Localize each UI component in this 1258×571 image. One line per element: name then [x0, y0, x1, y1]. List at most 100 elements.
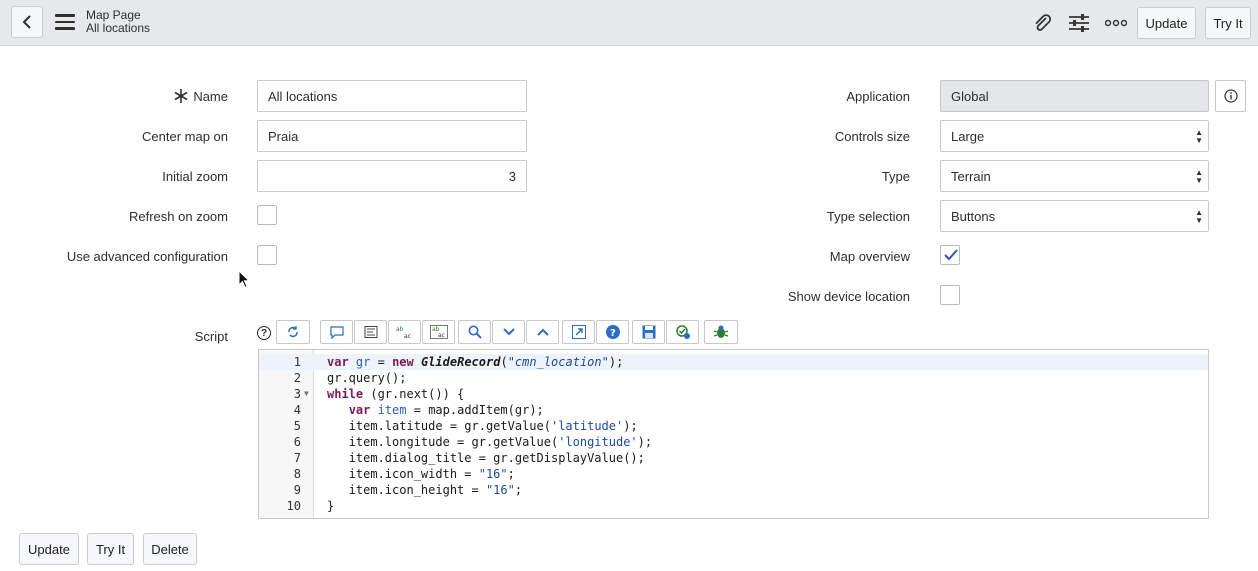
application-info-button[interactable] [1215, 80, 1246, 112]
advanced-config-checkbox[interactable] [257, 245, 277, 265]
select-arrows-icon: ▲ ▼ [1195, 128, 1203, 145]
fold-arrow-icon[interactable]: ▼ [304, 386, 309, 402]
script-editor[interactable]: 1 var gr = new GlideRecord("cmn_location"… [258, 349, 1209, 519]
update-button[interactable]: Update [19, 533, 79, 565]
fold-down-icon [502, 328, 515, 336]
svg-text:ab: ab [396, 326, 404, 333]
debug-icon [713, 325, 729, 338]
application-field: Global [940, 80, 1209, 112]
tryit-button[interactable]: Try It [87, 533, 134, 565]
align-icon [364, 326, 377, 338]
code-line[interactable]: 10} [259, 498, 1208, 514]
code-line[interactable]: 5 item.latitude = gr.getValue('latitude'… [259, 418, 1208, 434]
line-number: 1 [293, 355, 301, 369]
center-map-label: Center map on [142, 129, 228, 144]
more-icon[interactable] [1103, 10, 1129, 36]
fold-up-button[interactable] [526, 320, 559, 344]
fullscreen-button[interactable] [562, 320, 595, 344]
help-icon[interactable]: ? [257, 326, 271, 340]
svg-text:ac: ac [438, 332, 445, 339]
center-map-input[interactable]: Praia [257, 120, 527, 152]
line-number: 4 [293, 403, 301, 417]
name-input[interactable]: All locations [257, 80, 527, 112]
svg-text:?: ? [610, 328, 616, 339]
type-selection-label: Type selection [826, 209, 910, 224]
code-line[interactable]: 8 item.icon_width = "16"; [259, 466, 1208, 482]
code-text: item.longitude = gr.getValue('longitude'… [327, 435, 653, 449]
code-text: while (gr.next()) { [327, 387, 465, 401]
line-number: 3 [293, 387, 301, 401]
checkmark-icon [944, 249, 958, 261]
initial-zoom-label: Initial zoom [162, 169, 228, 184]
type-selection-select[interactable]: Buttons ▲ ▼ [940, 200, 1209, 232]
back-icon [22, 15, 31, 29]
controls-size-label: Controls size [834, 129, 910, 144]
code-line[interactable]: 7 item.dialog_title = gr.getDisplayValue… [259, 450, 1208, 466]
type-select[interactable]: Terrain ▲ ▼ [940, 160, 1209, 192]
code-text: item.dialog_title = gr.getDisplayValue()… [327, 451, 645, 465]
save-button[interactable] [632, 320, 665, 344]
format-icon [288, 326, 298, 338]
select-arrows-icon: ▲ ▼ [1195, 168, 1203, 185]
map-overview-label: Map overview [829, 249, 910, 264]
replace-button[interactable]: ab ac [388, 320, 421, 344]
syntax-check-button[interactable] [666, 320, 699, 344]
paperclip-icon[interactable] [1029, 10, 1055, 36]
code-text: item.latitude = gr.getValue('latitude'); [327, 419, 638, 433]
comment-button[interactable] [320, 320, 353, 344]
advanced-config-label: Use advanced configuration [66, 249, 228, 264]
script-help-icon: ? [605, 325, 620, 339]
code-line[interactable]: 3 ▼ while (gr.next()) { [259, 386, 1208, 402]
code-text: item.icon_width = "16"; [327, 467, 515, 481]
controls-size-value: Large [951, 128, 985, 144]
replace-icon: abac [396, 326, 411, 339]
line-number: 10 [286, 499, 301, 513]
header-tryit-button[interactable]: Try It [1205, 7, 1251, 39]
fold-down-button[interactable] [492, 320, 525, 344]
type-value: Terrain [951, 168, 991, 184]
comment-icon [329, 325, 344, 339]
page-title: Map Page [86, 8, 141, 22]
fullscreen-icon [571, 325, 586, 339]
show-device-location-label: Show device location [787, 289, 910, 304]
code-line[interactable]: 2 gr.query(); [259, 370, 1208, 386]
syntax-check-icon [675, 325, 690, 339]
svg-text:ac: ac [404, 333, 411, 339]
header-update-button[interactable]: Update [1137, 7, 1196, 39]
format-code-button[interactable] [276, 320, 310, 344]
page-subtitle: All locations [86, 21, 151, 35]
line-number: 8 [293, 467, 301, 481]
initial-zoom-input[interactable]: 3 [257, 160, 527, 192]
code-line[interactable]: 6 item.longitude = gr.getValue('longitud… [259, 434, 1208, 450]
refresh-on-zoom-checkbox[interactable] [257, 205, 277, 225]
save-icon [642, 325, 655, 339]
delete-button[interactable]: Delete [143, 533, 197, 565]
map-overview-checkbox[interactable] [940, 245, 960, 265]
line-number: 7 [293, 451, 301, 465]
refresh-on-zoom-label: Refresh on zoom [129, 209, 228, 224]
script-help-button[interactable]: ? [596, 320, 629, 344]
type-label: Type [881, 169, 910, 184]
application-label: Application [846, 89, 910, 104]
line-number: 9 [293, 483, 301, 497]
name-label: Name [193, 89, 228, 104]
align-button[interactable] [354, 320, 387, 344]
replace-all-button[interactable]: ab ac [422, 320, 455, 344]
controls-size-select[interactable]: Large ▲ ▼ [940, 120, 1209, 152]
replace-all-icon: abac [429, 325, 448, 339]
search-button[interactable] [458, 320, 491, 344]
menu-icon[interactable] [55, 14, 75, 30]
debug-button[interactable] [704, 320, 738, 344]
code-line[interactable]: 9 item.icon_height = "16"; [259, 482, 1208, 498]
back-button[interactable] [11, 6, 43, 38]
code-line[interactable]: 4 var item = map.addItem(gr); [259, 402, 1208, 418]
select-arrows-icon: ▲ ▼ [1195, 208, 1203, 225]
show-device-location-checkbox[interactable] [940, 285, 960, 305]
mouse-cursor-icon [238, 270, 250, 289]
script-label: Script [194, 329, 228, 344]
code-line[interactable]: 1 var gr = new GlideRecord("cmn_location"… [259, 354, 1208, 370]
fold-up-icon [536, 328, 549, 336]
settings-sliders-icon[interactable] [1066, 10, 1092, 36]
type-selection-value: Buttons [951, 208, 996, 224]
header-bar: Map Page All locations Update Try It [0, 0, 1258, 46]
